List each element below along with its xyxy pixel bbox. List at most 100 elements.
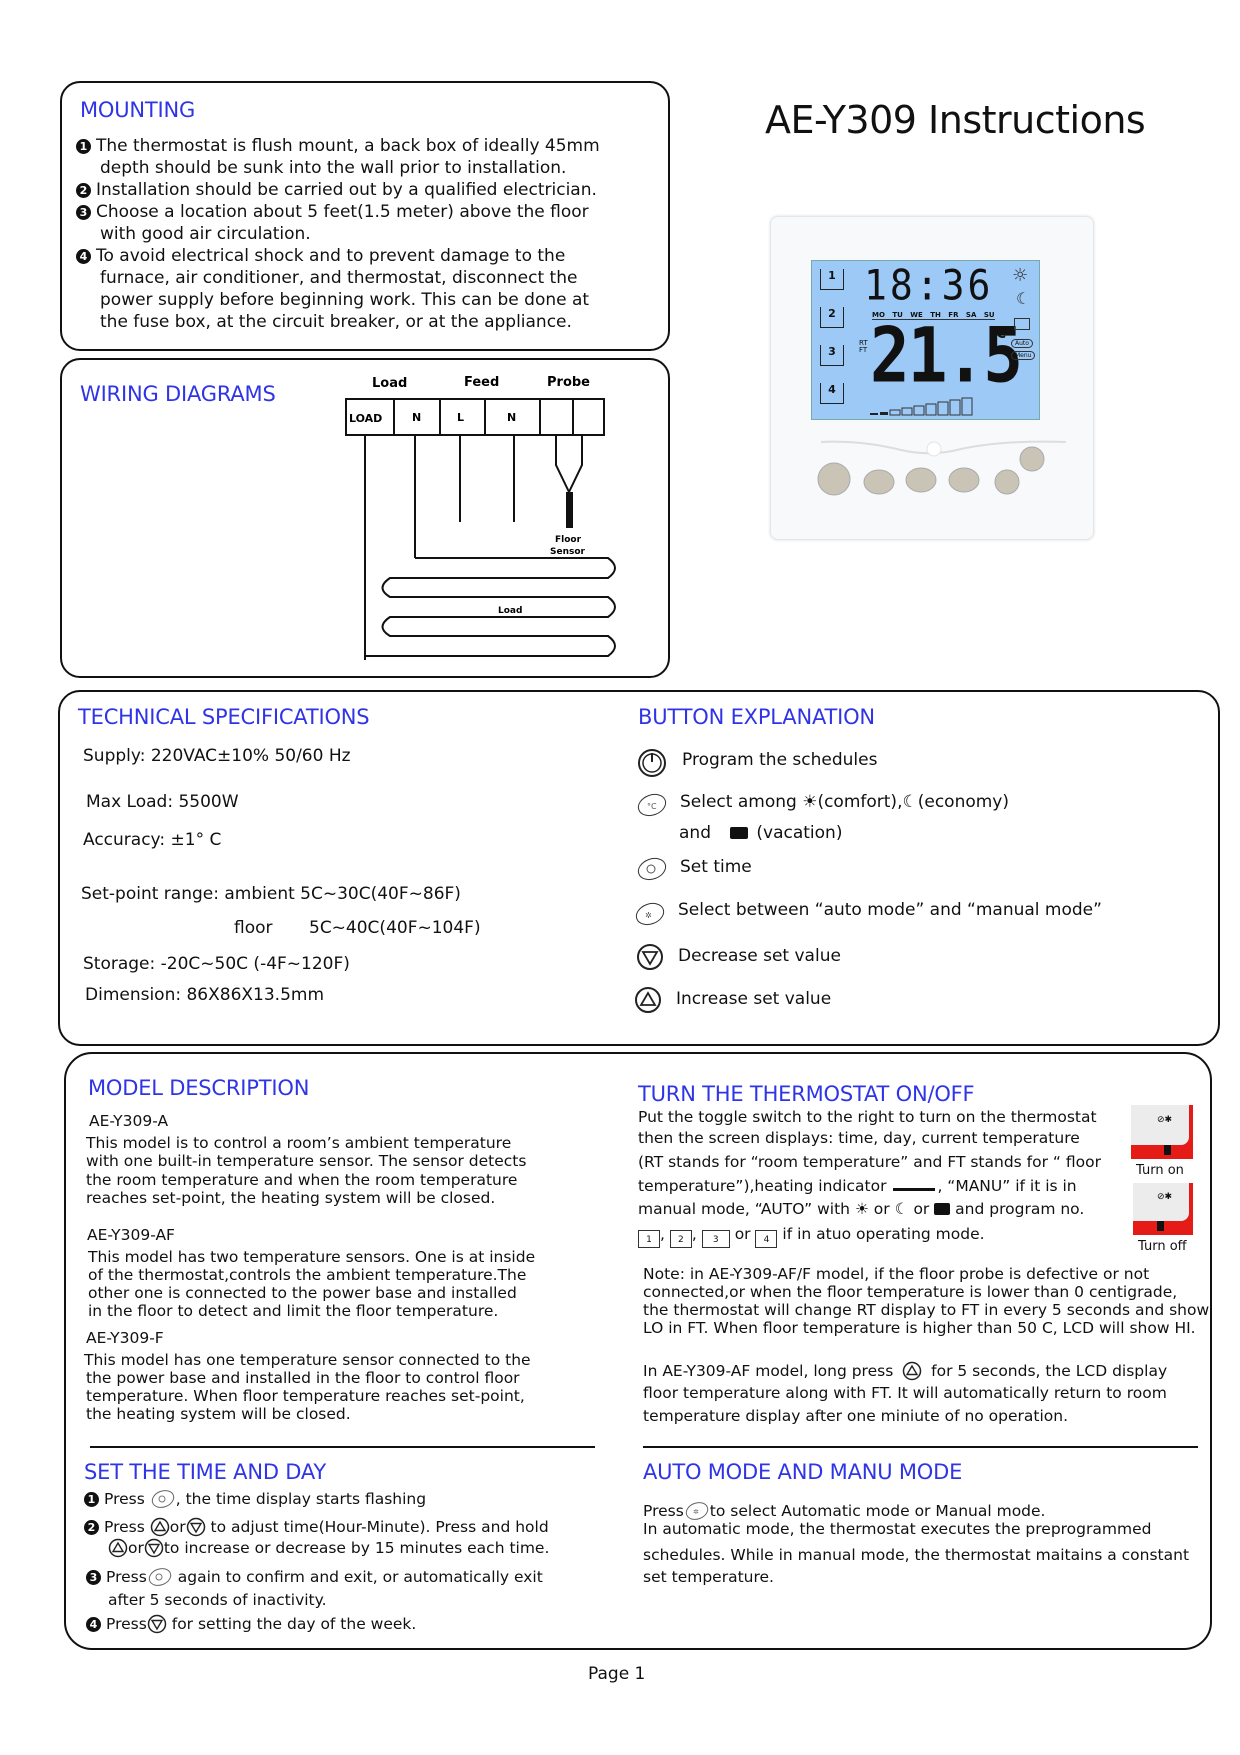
model-af-name: AE-Y309-AF [87,1226,175,1244]
onoff-line: Put the toggle switch to the right to tu… [638,1108,1097,1126]
up-button-icon [635,987,661,1013]
lcd-ft-label: FT [859,346,868,354]
spec-storage: Storage: -20C~50C (-4F~120F) [83,954,350,974]
onoff-line: (RT stands for “room temperature” and FT… [638,1153,1101,1171]
mounting-item-1: 1 The thermostat is flush mount, a back b… [76,135,600,157]
vacation-suitcase-icon [934,1203,951,1215]
mounting-item-4: 4 To avoid electrical shock and to preven… [76,245,565,267]
onoff-line-5: manual mode, “AUTO” with ☀ or ☾ or and p… [638,1200,1085,1218]
number-4-icon: 4 [76,249,91,264]
model-f-line: the power base and installed in the floo… [86,1369,520,1387]
mounting-item-4-line-3: power supply before beginning work. This… [100,290,590,310]
mode-c-button-icon: °C [637,793,667,817]
button-mode-text: Select between “auto mode” and “manual m… [678,900,1102,920]
number-4-icon: 4 [86,1617,101,1632]
model-a-line: the room temperature and when the room t… [86,1171,518,1189]
button-increase-text: Increase set value [676,989,832,1009]
auto-manual-button-icon [948,467,980,493]
wiring-diagram: Load Feed Probe LOAD N L N Floor Sensor … [345,375,616,660]
mounting-item-4-line-4: the fuse box, at the circuit breaker, or… [100,312,572,332]
model-a-line: This model is to control a room’s ambien… [86,1134,512,1152]
mounting-item-1-line-2: depth should be sunk into the wall prior… [100,158,567,178]
auto-mode-heading: AUTO MODE AND MANU MODE [643,1460,963,1484]
heating-indicator-icon [893,1178,936,1191]
load-cable-label: Load [498,606,522,616]
model-a-line: with one built-in temperature sensor. Th… [86,1152,527,1170]
specs-heading: TECHNICAL SPECIFICATIONS [78,705,370,729]
floor-sensor-label-2: Sensor [550,547,586,557]
down-button-icon [994,469,1020,495]
program-3-icon: 3 [820,345,844,366]
program-4-icon: 4 [755,1230,778,1248]
page-number: Page 1 [588,1664,646,1684]
model-f-name: AE-Y309-F [86,1329,164,1347]
sun-icon: ☼ [1012,265,1029,286]
button-select-text-2: and (vacation) [679,823,843,843]
program-4-icon: 4 [820,383,844,404]
auto-mode-line-4: set temperature. [643,1568,774,1586]
set-time-step-2: 2 Press or to adjust time(Hour-Minute). P… [84,1517,549,1537]
moon-icon: ☾ [1016,289,1031,308]
thermostat-buttons [817,440,1067,496]
mounting-item-4-line-2: furnace, air conditioner, and thermostat… [100,268,578,288]
clock-button-icon [148,1568,171,1586]
spec-setpoint-floor: 5C~40C(40F~104F) [309,918,481,938]
lcd-time: 18:36 [864,260,994,310]
button-set-time-text: Set time [680,857,752,877]
model-f-line: the heating system will be closed. [86,1405,351,1423]
set-time-step-4: 4 Press for setting the day of the week. [86,1614,416,1634]
up-button-icon [902,1361,922,1381]
model-f-line: This model has one temperature sensor co… [84,1351,531,1369]
model-f-line: temperature. When floor temperature reac… [86,1387,525,1405]
number-2-icon: 2 [84,1520,99,1535]
group-label-load: Load [372,376,407,391]
spec-max-load: Max Load: 5500W [86,792,239,812]
section-divider [90,1446,595,1448]
section-divider [643,1446,1198,1448]
lcd-auto-label: Auto [1011,339,1033,348]
note-line: LO in FT. When floor temperature is high… [643,1319,1196,1337]
button-program-text: Program the schedules [682,750,878,770]
svg-text:✲: ✲ [645,911,652,920]
group-label-probe: Probe [547,375,590,390]
long-press-line-2: floor temperature along with FT. It will… [643,1384,1167,1402]
spec-accuracy: Accuracy: ±1° C [83,830,222,850]
down-button-icon [147,1614,167,1634]
turn-off-label: Turn off [1138,1239,1187,1254]
number-1-icon: 1 [76,139,91,154]
program-2-icon: 2 [669,1230,692,1248]
economy-moon-icon: ☾ [894,1200,909,1218]
mounting-item-3-line-2: with good air circulation. [100,224,311,244]
model-af-line: in the floor to detect and limit the flo… [88,1302,499,1320]
economy-moon-icon: ☾ [902,792,918,812]
models-heading: MODEL DESCRIPTION [88,1076,310,1100]
suitcase-icon [1014,318,1030,330]
onoff-line-6: 1, 2, 3 or 4 if in atuo operating mode. [638,1225,985,1248]
model-a-line: reaches set-point, the heating system wi… [86,1189,496,1207]
down-button-icon [637,944,663,970]
down-button-icon [144,1538,164,1558]
lcd-temperature: 21.5 [870,311,1023,400]
auto-mode-line-3: schedules. While in manual mode, the the… [643,1546,1190,1564]
comfort-sun-icon: ☀ [854,1200,869,1218]
model-af-line: other one is connected to the power base… [88,1284,517,1302]
program-1-icon: 1 [638,1230,660,1248]
onoff-heading: TURN THE THERMOSTAT ON/OFF [638,1082,975,1106]
set-time-step-1: 1 Press , the time display starts flashin… [84,1489,426,1509]
lcd-menu-label: Menu [1011,351,1036,360]
lcd-unit: °C [990,327,1007,342]
note-line: the thermostat will change RT display to… [643,1301,1210,1319]
up-button-icon [150,1517,169,1537]
auto-mode-line-1: Press ✲ to select Automatic mode or Manual… [643,1501,1045,1521]
terminal-n-feed: N [507,411,516,424]
button-select-text: Select among ☀(comfort),☾(economy) [680,792,1010,812]
power-button-icon [638,749,666,777]
program-1-icon: 1 [820,269,844,290]
terminal-n-load: N [412,411,421,424]
clock-button-icon [151,1490,174,1508]
note-line: Note: in AE-Y309-AF/F model, if the floo… [643,1265,1150,1283]
buttons-heading: BUTTON EXPLANATION [638,705,875,729]
note-line: connected,or when the floor temperature … [643,1283,1178,1301]
terminal-l: L [457,411,464,424]
number-1-icon: 1 [84,1492,99,1507]
